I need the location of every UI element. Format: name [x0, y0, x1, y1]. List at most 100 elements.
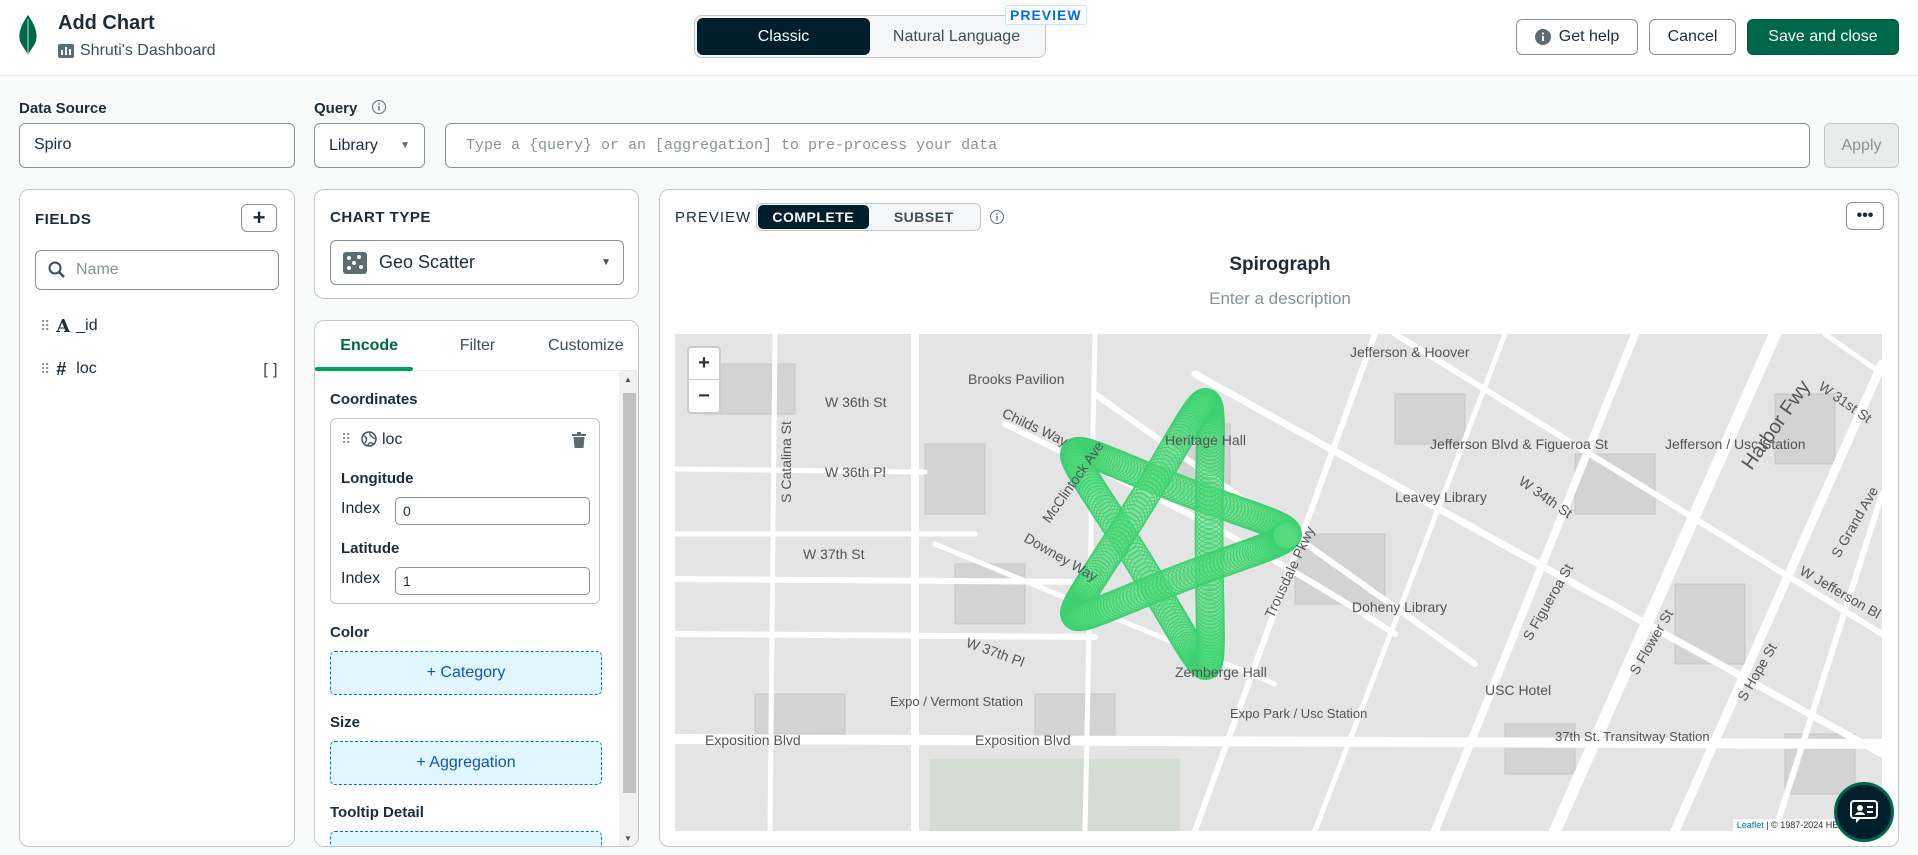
- chevron-down-icon: ▼: [400, 140, 410, 151]
- map-label: W 36th Pl: [825, 464, 886, 480]
- chart-type-title: CHART TYPE: [330, 209, 431, 226]
- add-aggregation-button[interactable]: + Aggregation: [330, 741, 602, 785]
- query-info-icon[interactable]: [372, 100, 386, 114]
- field-name: loc: [76, 360, 97, 377]
- save-and-close-button[interactable]: Save and close: [1747, 19, 1899, 55]
- scroll-up-icon[interactable]: ▲: [624, 375, 632, 384]
- preview-panel: PREVIEW COMPLETE SUBSET ••• Spirograph E…: [659, 189, 1899, 847]
- map-label: Jefferson Blvd & Figueroa St: [1430, 436, 1608, 452]
- query-mode-value: Library: [329, 136, 378, 154]
- latitude-label: Latitude: [341, 540, 400, 557]
- longitude-label: Longitude: [341, 470, 414, 487]
- zoom-out-button[interactable]: −: [689, 380, 719, 412]
- map-label: Expo Park / Usc Station: [1230, 706, 1368, 721]
- drag-handle-icon[interactable]: ⠿: [341, 431, 351, 448]
- zoom-in-button[interactable]: +: [689, 348, 719, 380]
- drag-handle-icon[interactable]: ⠿: [40, 361, 50, 378]
- leaflet-link[interactable]: Leaflet: [1737, 820, 1764, 830]
- map-view[interactable]: Jefferson & Hoover Brooks Pavilion W 36t…: [675, 334, 1882, 831]
- chevron-down-icon: ▼: [601, 257, 611, 268]
- info-icon: [1534, 29, 1551, 45]
- field-search-input[interactable]: Name: [35, 250, 279, 290]
- string-type-icon: A: [56, 315, 71, 337]
- dashboard-icon: [58, 44, 74, 58]
- preview-badge: PREVIEW: [1005, 5, 1087, 25]
- tab-subset[interactable]: SUBSET: [869, 205, 980, 229]
- ellipsis-icon: •••: [1856, 207, 1874, 224]
- dashboard-name: Shruti's Dashboard: [80, 42, 216, 59]
- query-mode-select[interactable]: Library ▼: [314, 123, 425, 168]
- map-label: Leavey Library: [1395, 489, 1487, 505]
- chart-type-panel: CHART TYPE Geo Scatter ▼: [314, 189, 639, 299]
- chart-description-input[interactable]: Enter a description: [660, 289, 1900, 309]
- data-source-label: Data Source: [19, 100, 107, 117]
- tab-filter[interactable]: Filter: [423, 321, 531, 370]
- zoom-control: + −: [687, 346, 721, 414]
- cancel-button[interactable]: Cancel: [1649, 19, 1736, 55]
- chart-type-value: Geo Scatter: [379, 252, 476, 272]
- add-field-button[interactable]: +: [241, 204, 277, 232]
- data-source-field[interactable]: Spiro: [19, 123, 295, 168]
- tooltip-drop-zone[interactable]: [330, 831, 602, 846]
- chat-bubble-icon: [1850, 800, 1878, 823]
- latitude-index-input[interactable]: 1: [395, 567, 590, 595]
- preview-data-tabs: COMPLETE SUBSET: [756, 203, 981, 231]
- get-help-label: Get help: [1558, 28, 1620, 45]
- array-indicator: []: [260, 359, 280, 379]
- chart-title[interactable]: Spirograph: [660, 254, 1900, 276]
- tab-encode[interactable]: Encode: [315, 321, 423, 371]
- plus-icon: +: [252, 205, 266, 230]
- assistant-chat-button[interactable]: [1834, 782, 1894, 842]
- encode-panel: Encode Filter Customize ▲ ▼ Coordinates …: [314, 320, 639, 847]
- tab-complete[interactable]: COMPLETE: [758, 205, 869, 229]
- query-input[interactable]: Type a {query} or an [aggregation] to pr…: [445, 123, 1810, 168]
- field-name: _id: [76, 317, 98, 334]
- map-label: Exposition Blvd: [705, 732, 801, 748]
- chart-type-select[interactable]: Geo Scatter ▼: [330, 240, 624, 285]
- scroll-down-icon[interactable]: ▼: [624, 834, 632, 843]
- more-options-button[interactable]: •••: [1846, 202, 1884, 230]
- dashboard-breadcrumb[interactable]: Shruti's Dashboard: [58, 42, 216, 60]
- mode-classic-button[interactable]: Classic: [697, 18, 870, 55]
- coord-field-name: loc: [382, 431, 403, 448]
- map-label: Zemberge Hall: [1175, 664, 1267, 680]
- encode-scrollbar[interactable]: ▲ ▼: [619, 371, 638, 846]
- tooltip-detail-label: Tooltip Detail: [330, 804, 424, 821]
- fields-panel: FIELDS + Name ⠿ A _id ⠿ # loc []: [19, 189, 295, 847]
- map-label: W 36th St: [825, 394, 887, 410]
- size-label: Size: [330, 714, 361, 731]
- map-label: Expo / Vermont Station: [890, 694, 1023, 709]
- preview-label: PREVIEW: [675, 209, 752, 226]
- color-label: Color: [330, 624, 370, 641]
- mongodb-leaf-icon: [19, 15, 37, 55]
- tab-customize[interactable]: Customize: [532, 321, 638, 370]
- longitude-index-input[interactable]: 0: [395, 497, 590, 525]
- map-label: S Catalina St: [777, 421, 794, 503]
- field-item[interactable]: ⠿ # loc []: [40, 356, 280, 382]
- map-label: Jefferson / Usc Station: [1665, 436, 1806, 452]
- map-label: Exposition Blvd: [975, 732, 1071, 748]
- search-icon: [48, 261, 65, 278]
- map-label: USC Hotel: [1485, 682, 1552, 698]
- preview-info-icon[interactable]: [990, 210, 1004, 224]
- mode-toggle: Classic Natural Language: [694, 15, 1046, 58]
- map-label: 37th St. Transitway Station: [1555, 729, 1710, 744]
- map-label: W 37th St: [803, 546, 865, 562]
- geo-point-icon: [361, 431, 377, 447]
- scroll-thumb[interactable]: [623, 393, 636, 793]
- map-label: Brooks Pavilion: [968, 371, 1065, 387]
- encode-tabs: Encode Filter Customize: [315, 321, 638, 371]
- field-item[interactable]: ⠿ A _id: [40, 313, 280, 339]
- add-category-button[interactable]: + Category: [330, 651, 602, 695]
- query-label: Query: [314, 100, 358, 117]
- map-label: Heritage Hall: [1165, 432, 1246, 448]
- get-help-button[interactable]: Get help: [1516, 19, 1638, 55]
- coordinates-label: Coordinates: [330, 391, 418, 408]
- apply-button[interactable]: Apply: [1824, 123, 1899, 168]
- map-label: Doheny Library: [1352, 599, 1447, 615]
- number-type-icon: #: [56, 358, 67, 379]
- drag-handle-icon[interactable]: ⠿: [40, 318, 50, 335]
- trash-icon[interactable]: [572, 432, 586, 448]
- map-label: Jefferson & Hoover: [1350, 344, 1470, 360]
- coordinates-drop-zone[interactable]: ⠿ loc Longitude Index 0 Latitude Index 1: [330, 418, 600, 604]
